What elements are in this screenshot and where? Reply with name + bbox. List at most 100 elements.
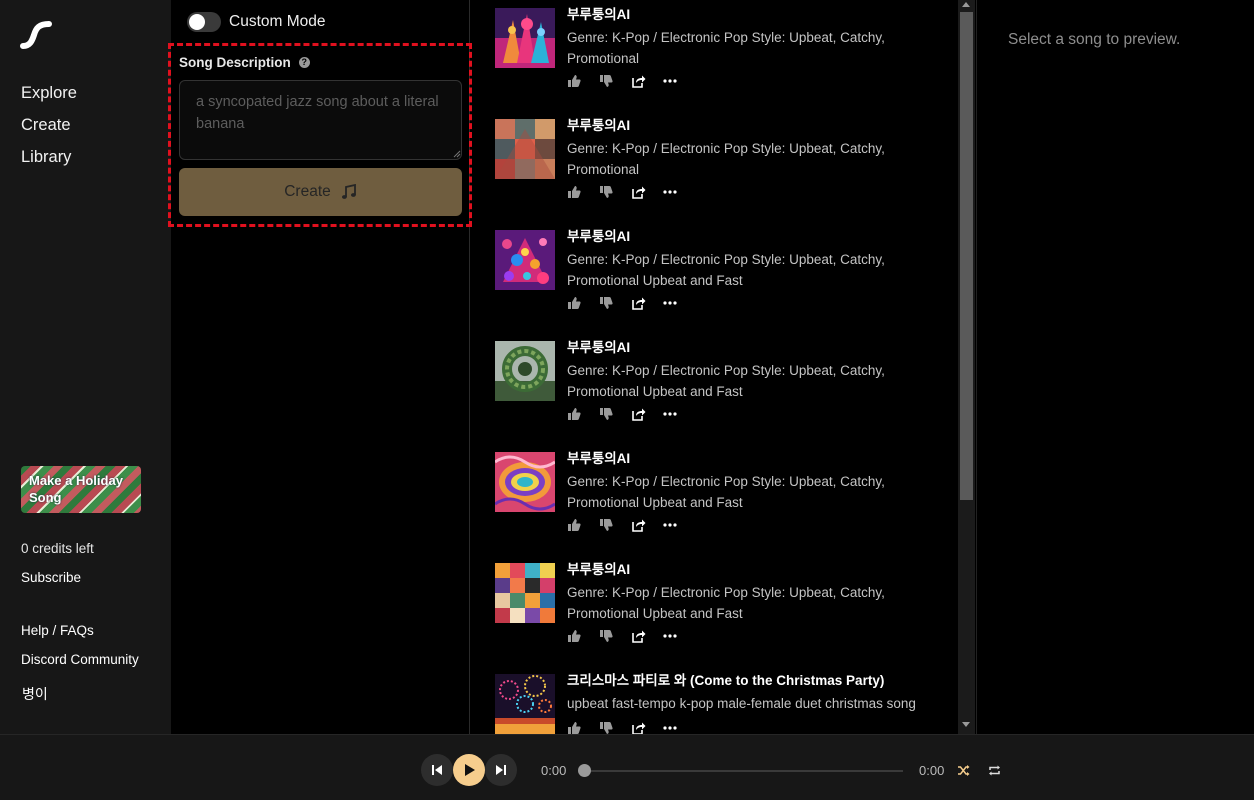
song-description: Genre: K-Pop / Electronic Pop Style: Upb… [567,252,885,288]
song-info: 부루퉁의AI Genre: K-Pop / Electronic Pop Sty… [567,227,935,291]
more-dots-icon [663,79,677,83]
dislike-button[interactable] [599,517,631,533]
dislike-button[interactable] [599,406,631,422]
like-button[interactable] [567,720,599,734]
song-description-input[interactable] [179,80,462,160]
subscribe-link[interactable]: Subscribe [21,570,81,585]
repeat-icon[interactable] [988,764,1001,777]
song-cover-art[interactable] [495,452,555,512]
share-icon [632,408,646,421]
share-icon [632,519,646,532]
song-title[interactable]: 부루퉁의AI [567,338,935,358]
progress-thumb[interactable] [578,764,591,777]
song-cover-art[interactable] [495,119,555,179]
scroll-down-icon[interactable] [962,722,970,727]
share-icon [632,75,646,88]
bubble-balls-art [495,230,555,290]
progress-track[interactable] [583,770,903,772]
like-button[interactable] [567,184,599,200]
song-actions [567,406,695,422]
nav-explore[interactable]: Explore [21,82,77,114]
song-description-text: Song Description [179,55,291,70]
logo-icon[interactable] [20,19,52,51]
thumbs-down-icon [600,519,613,531]
dislike-button[interactable] [599,73,631,89]
like-button[interactable] [567,517,599,533]
play-button[interactable] [453,754,485,786]
song-actions [567,73,695,89]
nav-create[interactable]: Create [21,114,77,146]
dislike-button[interactable] [599,295,631,311]
shuffle-icon[interactable] [957,764,970,777]
help-faqs-link[interactable]: Help / FAQs [21,623,94,638]
toggle-knob [189,14,205,30]
song-actions [567,295,695,311]
share-icon [632,297,646,310]
song-title[interactable]: 부루퉁의AI [567,5,935,25]
dislike-button[interactable] [599,720,631,734]
song-actions [567,628,695,644]
share-button[interactable] [631,628,663,644]
song-cover-art[interactable] [495,674,555,734]
song-list-scrollbar[interactable] [958,0,975,734]
more-options-button[interactable] [663,73,695,89]
nav-library[interactable]: Library [21,146,77,178]
more-options-button[interactable] [663,295,695,311]
more-options-button[interactable] [663,406,695,422]
discord-community-link[interactable]: Discord Community [21,652,139,667]
like-button[interactable] [567,295,599,311]
thumbs-up-icon [568,722,581,734]
share-button[interactable] [631,406,663,422]
song-description: Genre: K-Pop / Electronic Pop Style: Upb… [567,30,885,66]
more-dots-icon [663,190,677,194]
song-title[interactable]: 부루퉁의AI [567,116,935,136]
share-icon [632,722,646,734]
more-options-button[interactable] [663,517,695,533]
create-button[interactable]: Create [179,168,462,216]
thumbs-down-icon [600,297,613,309]
fireworks-art [495,674,555,734]
previous-button[interactable] [421,754,453,786]
green-ring-art [495,341,555,401]
scroll-up-icon[interactable] [962,2,970,7]
scrollbar-thumb[interactable] [960,12,973,500]
dislike-button[interactable] [599,184,631,200]
like-button[interactable] [567,628,599,644]
song-info: 크리스마스 파티로 와 (Come to the Christmas Party… [567,671,935,714]
like-button[interactable] [567,406,599,422]
share-button[interactable] [631,720,663,734]
thumbs-up-icon [568,519,581,531]
sidebar: Explore Create Library Make a Holiday So… [0,0,171,734]
next-button[interactable] [485,754,517,786]
share-icon [632,186,646,199]
more-options-button[interactable] [663,628,695,644]
dislike-button[interactable] [599,628,631,644]
psychedelic-swirl-art [495,452,555,512]
thumbs-down-icon [600,75,613,87]
song-actions [567,517,695,533]
share-button[interactable] [631,295,663,311]
song-cover-art[interactable] [495,563,555,623]
song-title[interactable]: 크리스마스 파티로 와 (Come to the Christmas Party… [567,671,935,691]
more-dots-icon [663,523,677,527]
song-title[interactable]: 부루퉁의AI [567,449,935,469]
like-button[interactable] [567,73,599,89]
more-options-button[interactable] [663,184,695,200]
resize-grip-icon[interactable] [453,150,461,158]
thumbs-down-icon [600,630,613,642]
share-button[interactable] [631,73,663,89]
holiday-song-button[interactable]: Make a Holiday Song [21,466,141,513]
user-name[interactable]: 병이 [22,684,48,704]
share-button[interactable] [631,517,663,533]
help-icon[interactable]: ? [298,57,310,68]
song-cover-art[interactable] [495,8,555,68]
song-title[interactable]: 부루퉁의AI [567,560,935,580]
more-options-button[interactable] [663,720,695,734]
song-title[interactable]: 부루퉁의AI [567,227,935,247]
thumbs-up-icon [568,75,581,87]
custom-mode-toggle[interactable] [187,12,221,32]
song-cover-art[interactable] [495,230,555,290]
thumbs-up-icon [568,186,581,198]
song-cover-art[interactable] [495,341,555,401]
share-button[interactable] [631,184,663,200]
